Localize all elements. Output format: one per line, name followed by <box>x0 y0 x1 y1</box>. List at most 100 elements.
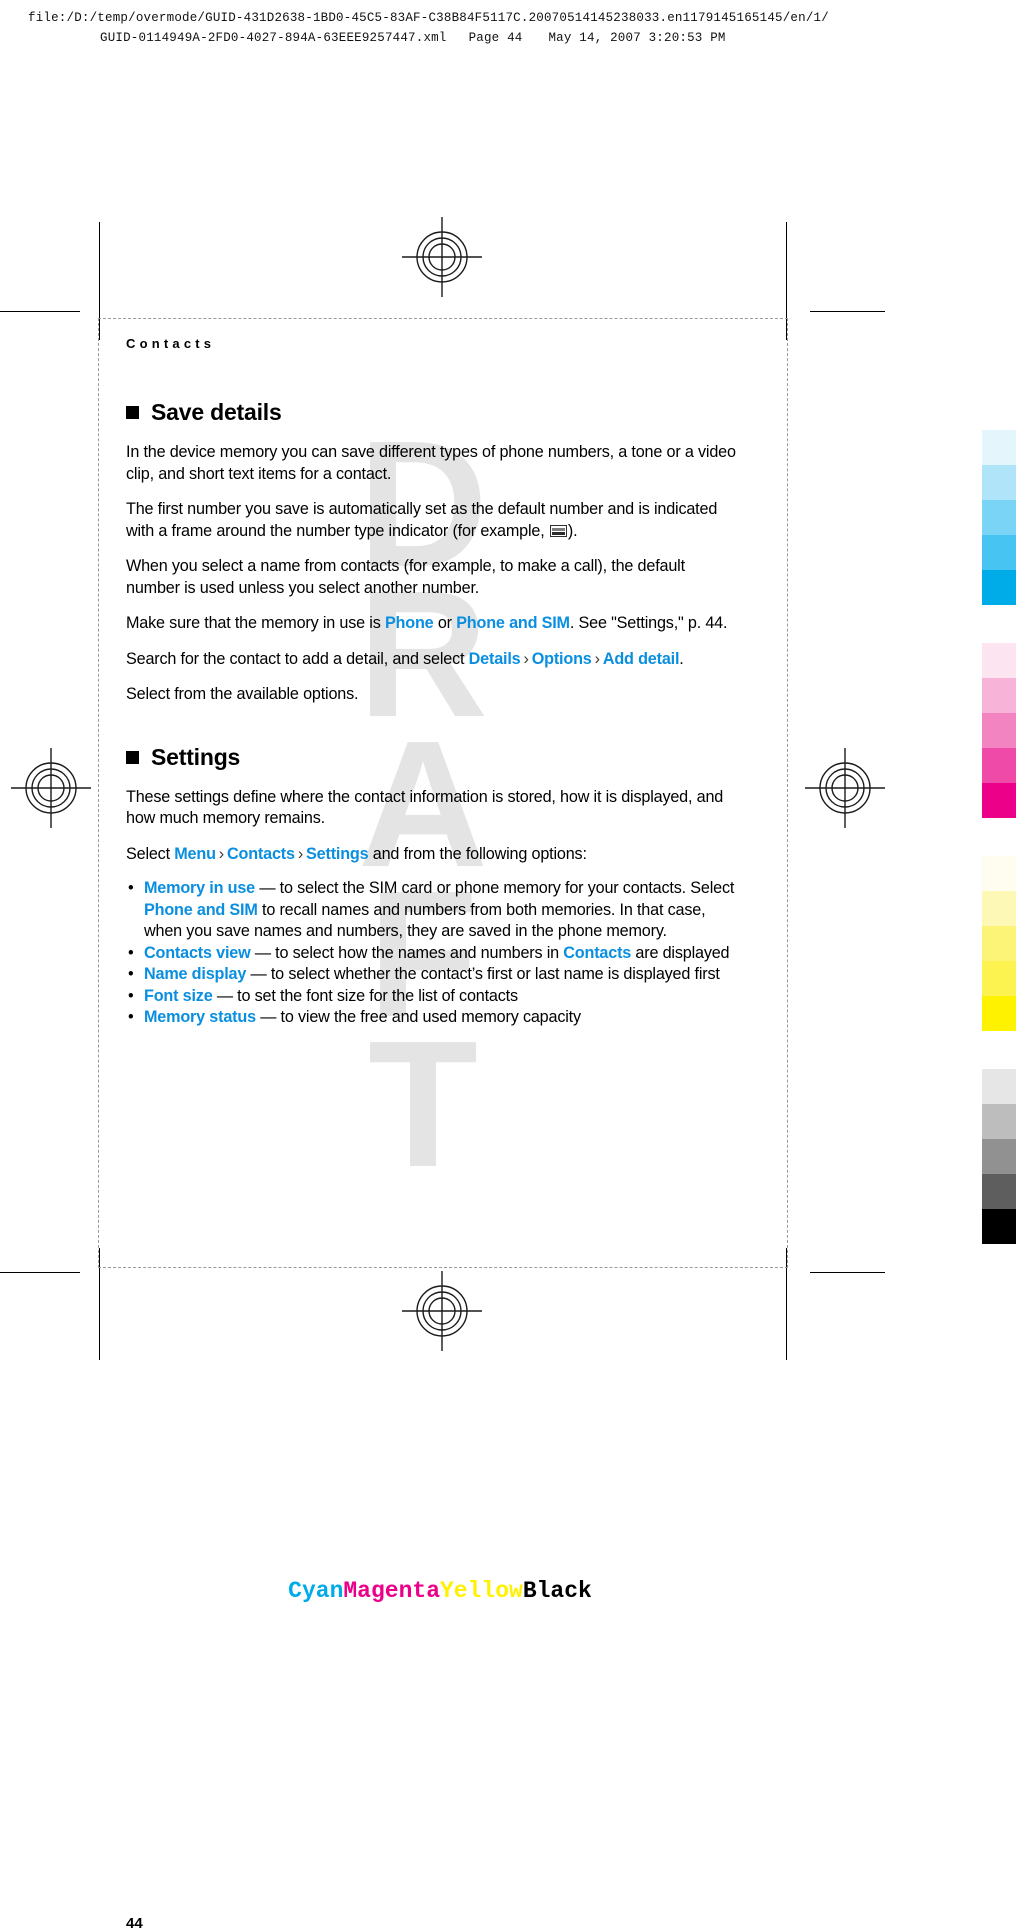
square-bullet-icon <box>126 750 139 764</box>
swatch-magenta-1 <box>982 643 1016 678</box>
cmyk-legend: CyanMagentaYellowBlack <box>0 1578 880 1604</box>
swatch-cyan-5 <box>982 570 1016 605</box>
settings-path-prefix: Select <box>126 844 175 863</box>
settings-options-list: • Memory in use — to select the SIM card … <box>126 878 736 1029</box>
crop-mark-top-right-horizontal <box>810 311 885 312</box>
option-desc-b: are displayed <box>631 943 730 962</box>
swatch-black-3 <box>982 1139 1016 1174</box>
registration-mark-bottom <box>399 1268 485 1354</box>
paragraph-device-memory: In the device memory you can save differ… <box>126 443 736 483</box>
swatch-gap <box>982 1031 1016 1069</box>
swatch-cyan-4 <box>982 535 1016 570</box>
paragraph-memory-in-use: Make sure that the memory in use is Phon… <box>126 613 736 635</box>
option-desc-a: — to set the font size for the list of c… <box>212 986 518 1005</box>
link-phone[interactable]: Phone <box>385 614 434 632</box>
cmyk-legend-yellow: Yellow <box>440 1578 523 1604</box>
page-content: Contacts Save details In the device memo… <box>126 336 736 1029</box>
list-bullet-icon: • <box>128 965 134 983</box>
option-desc-a: — to view the free and used memory capac… <box>255 1008 581 1026</box>
option-inline-link-contacts[interactable]: Contacts <box>563 944 631 962</box>
swatch-cyan-2 <box>982 465 1016 500</box>
option-term-memory-status[interactable]: Memory status <box>144 1008 256 1026</box>
registration-mark-top <box>399 214 485 300</box>
option-term-memory-in-use[interactable]: Memory in use <box>144 879 255 897</box>
option-term-contacts-view[interactable]: Contacts view <box>144 944 251 962</box>
option-term-name-display[interactable]: Name display <box>144 965 246 983</box>
swatch-magenta-3 <box>982 713 1016 748</box>
registration-mark-left <box>8 745 94 831</box>
section-heading-label: Settings <box>151 743 241 770</box>
crop-mark-bottom-left-horizontal <box>0 1272 80 1273</box>
settings-path-suffix: and from the following options: <box>368 844 587 863</box>
path-separator-icon: › <box>297 844 304 863</box>
option-desc-a: — to select the SIM card or phone memory… <box>255 879 735 897</box>
path-separator-icon: › <box>218 844 224 863</box>
print-header-filename: GUID-0114949A-2FD0-4027-894A-63EEE925744… <box>100 31 447 45</box>
swatch-magenta-2 <box>982 678 1016 713</box>
swatch-cyan-1 <box>982 430 1016 465</box>
swatch-yellow-4 <box>982 961 1016 996</box>
paragraph-default-number-text-a: The first number you save is automatical… <box>126 500 718 540</box>
list-item: • Font size — to set the font size for th… <box>126 986 736 1008</box>
paragraph-settings-intro: These settings define where the contact … <box>126 787 724 828</box>
swatch-black-5 <box>982 1209 1016 1244</box>
list-bullet-icon: • <box>128 943 134 962</box>
path-separator-icon: › <box>523 649 529 668</box>
running-head: Contacts <box>126 336 216 351</box>
option-inline-link-phone-and-sim[interactable]: Phone and SIM <box>144 901 258 919</box>
swatch-yellow-1 <box>982 856 1016 891</box>
paragraph-add-detail-path: Search for the contact to add a detail, … <box>126 649 736 671</box>
paragraph-default-number-text-b: ). <box>567 521 578 540</box>
paragraph-add-detail-text-b: . <box>679 649 684 668</box>
swatch-magenta-5 <box>982 783 1016 818</box>
option-desc-a: — to select whether the contact’s first … <box>246 965 720 983</box>
paragraph-settings-path: Select Menu › Contacts › Settings and from t… <box>126 844 736 866</box>
list-item: • Memory status — to view the free and us… <box>126 1007 736 1029</box>
link-settings[interactable]: Settings <box>306 845 369 863</box>
section-heading-label: Save details <box>151 399 282 425</box>
link-contacts[interactable]: Contacts <box>227 845 295 863</box>
list-bullet-icon: • <box>128 879 134 897</box>
square-bullet-icon <box>126 406 139 419</box>
print-header-page: Page 44 <box>468 31 523 45</box>
link-phone-and-sim[interactable]: Phone and SIM <box>456 614 570 632</box>
paragraph-select-name: When you select a name from contacts (fo… <box>126 557 685 597</box>
link-details[interactable]: Details <box>469 650 521 668</box>
list-bullet-icon: • <box>128 1008 134 1026</box>
print-header: file:/D:/temp/overmode/GUID-431D2638-1BD… <box>0 8 880 48</box>
swatch-gap <box>982 605 1016 643</box>
path-separator-icon: › <box>594 649 600 668</box>
paragraph-select-options: Select from the available options. <box>126 685 359 703</box>
list-item: • Contacts view — to select how the names… <box>126 943 736 965</box>
link-options[interactable]: Options <box>532 650 592 668</box>
registration-mark-right <box>802 745 888 831</box>
section-heading-settings: Settings <box>126 744 736 771</box>
print-header-path-line: file:/D:/temp/overmode/GUID-431D2638-1BD… <box>28 11 829 25</box>
option-desc-a: — to select how the names and numbers in <box>250 943 564 962</box>
link-menu[interactable]: Menu <box>174 845 216 863</box>
option-term-font-size[interactable]: Font size <box>144 987 213 1005</box>
paragraph-add-detail-text-a: Search for the contact to add a detail, … <box>126 649 469 668</box>
swatch-black-1 <box>982 1069 1016 1104</box>
section-heading-save-details: Save details <box>126 399 736 426</box>
swatch-yellow-5 <box>982 996 1016 1031</box>
cmyk-legend-cyan: Cyan <box>288 1578 344 1604</box>
paragraph-default-number: The first number you save is automatical… <box>126 499 736 542</box>
list-item: • Name display — to select whether the co… <box>126 964 736 986</box>
paragraph-memory-text-a: Make sure that the memory in use is <box>126 614 385 632</box>
swatch-magenta-4 <box>982 748 1016 783</box>
cmyk-legend-black: Black <box>522 1578 592 1604</box>
crop-mark-bottom-right-horizontal <box>810 1272 885 1273</box>
print-header-date: May 14, 2007 3:20:53 PM <box>548 31 726 45</box>
page-number: 44 <box>126 1914 143 1932</box>
link-add-detail[interactable]: Add detail <box>603 650 680 668</box>
swatch-cyan-3 <box>982 500 1016 535</box>
paragraph-memory-text-b: . See "Settings," p. 44. <box>569 614 728 632</box>
list-bullet-icon: • <box>128 986 134 1005</box>
swatch-yellow-3 <box>982 926 1016 961</box>
swatch-black-2 <box>982 1104 1016 1139</box>
phone-number-type-icon <box>549 522 567 537</box>
crop-mark-top-left-horizontal <box>0 311 80 312</box>
swatch-black-4 <box>982 1174 1016 1209</box>
paragraph-memory-text-mid: or <box>433 614 457 632</box>
